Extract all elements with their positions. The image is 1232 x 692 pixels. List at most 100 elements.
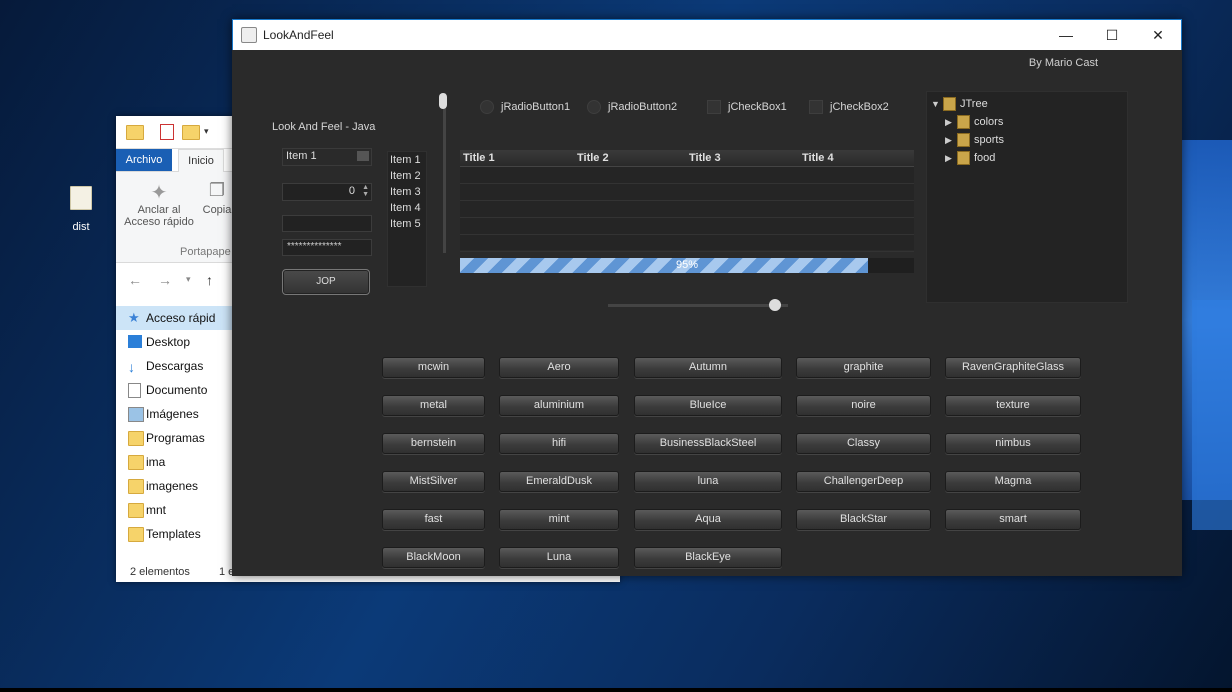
collapsed-triangle-icon[interactable]: ▶ — [945, 150, 957, 166]
copy-button[interactable]: ❐ Copia — [200, 180, 234, 216]
laf-button-label: bernstein — [410, 437, 457, 449]
pin-to-quick-access-button[interactable]: ✦ Anclar al Acceso rápido — [122, 180, 196, 228]
collapsed-triangle-icon[interactable]: ▶ — [945, 132, 957, 148]
laf-button-bernstein[interactable]: bernstein — [382, 433, 485, 454]
sidebar-item-ima[interactable]: ima — [116, 450, 232, 474]
expanded-triangle-icon[interactable]: ▼ — [931, 96, 943, 112]
laf-button-blueice[interactable]: BlueIce — [634, 395, 782, 416]
laf-button-mistsilver[interactable]: MistSilver — [382, 471, 485, 492]
table-row[interactable] — [460, 184, 914, 201]
sidebar-item-desktop[interactable]: Desktop — [116, 330, 232, 354]
vertical-slider[interactable] — [439, 93, 449, 253]
table-row[interactable] — [460, 167, 914, 184]
sidebar-item-imagenes-folder[interactable]: imagenes — [116, 474, 232, 498]
text-field[interactable] — [282, 215, 372, 232]
close-icon[interactable]: ✕ — [1135, 20, 1181, 50]
list-item[interactable]: Item 2 — [388, 168, 426, 184]
laf-button-hifi[interactable]: hifi — [499, 433, 619, 454]
app-label: Look And Feel - Java — [272, 121, 376, 133]
laf-button-metal[interactable]: metal — [382, 395, 485, 416]
column-header[interactable]: Title 1 — [463, 152, 495, 164]
list-item[interactable]: Item 3 — [388, 184, 426, 200]
sidebar-item-descargas[interactable]: ↓ Descargas — [116, 354, 232, 378]
slider-thumb[interactable] — [769, 299, 782, 311]
customize-toolbar-icon[interactable]: ▾ — [204, 126, 209, 137]
collapsed-triangle-icon[interactable]: ▶ — [945, 114, 957, 130]
desktop-icon-label: dist — [72, 221, 90, 233]
table-row[interactable] — [460, 218, 914, 235]
laf-button-aero[interactable]: Aero — [499, 357, 619, 378]
radio-button-2[interactable]: jRadioButton2 — [587, 98, 677, 114]
list-item[interactable]: Item 4 — [388, 200, 426, 216]
table-row[interactable] — [460, 235, 914, 252]
checkbox-2[interactable]: jCheckBox2 — [809, 98, 889, 114]
new-folder-icon[interactable] — [182, 125, 200, 140]
laf-button-aqua[interactable]: Aqua — [634, 509, 782, 530]
column-header[interactable]: Title 4 — [802, 152, 834, 164]
laf-button-aluminium[interactable]: aluminium — [499, 395, 619, 416]
sidebar-item-imagenes[interactable]: Imágenes — [116, 402, 232, 426]
data-table[interactable]: Title 1 Title 2 Title 3 Title 4 — [460, 150, 914, 252]
tree-node-sports[interactable]: ▶ sports — [945, 132, 1004, 148]
laf-button-texture[interactable]: texture — [945, 395, 1081, 416]
password-field[interactable]: ************** — [282, 239, 372, 256]
laf-button-businessblacksteel[interactable]: BusinessBlackSteel — [634, 433, 782, 454]
tree-node-root[interactable]: ▼ JTree — [931, 96, 988, 112]
java-app-icon — [241, 27, 257, 43]
back-arrow-icon[interactable]: ← — [128, 272, 142, 288]
laf-button-noire[interactable]: noire — [796, 395, 931, 416]
laf-button-graphite[interactable]: graphite — [796, 357, 931, 378]
laf-button-fast[interactable]: fast — [382, 509, 485, 530]
radio-button-1[interactable]: jRadioButton1 — [480, 98, 570, 114]
sidebar-item-templates[interactable]: Templates — [116, 522, 232, 546]
laf-button-challengerdeep[interactable]: ChallengerDeep — [796, 471, 931, 492]
list-item[interactable]: Item 5 — [388, 216, 426, 232]
horizontal-slider[interactable] — [608, 299, 788, 311]
laf-button-smart[interactable]: smart — [945, 509, 1081, 530]
tab-archivo[interactable]: Archivo — [116, 149, 172, 171]
laf-button-magma[interactable]: Magma — [945, 471, 1081, 492]
table-row[interactable] — [460, 201, 914, 218]
window-titlebar[interactable]: LookAndFeel — ☐ ✕ — [232, 19, 1182, 50]
slider-thumb[interactable] — [439, 93, 447, 109]
laf-button-blackmoon[interactable]: BlackMoon — [382, 547, 485, 568]
up-arrow-icon[interactable]: ↑ — [206, 272, 213, 288]
laf-button-autumn[interactable]: Autumn — [634, 357, 782, 378]
sidebar-item-label: Desktop — [146, 335, 191, 349]
number-spinner[interactable]: 0 ▲ ▼ — [282, 183, 372, 201]
jop-button[interactable]: JOP — [282, 269, 370, 295]
sidebar-item-mnt[interactable]: mnt — [116, 498, 232, 522]
laf-button-luna[interactable]: Luna — [499, 547, 619, 568]
spinner-arrows-icon[interactable]: ▲ ▼ — [362, 184, 369, 198]
properties-icon[interactable] — [160, 124, 174, 140]
item-list[interactable]: Item 1 Item 2 Item 3 Item 4 Item 5 — [387, 151, 427, 287]
list-item[interactable]: Item 1 — [388, 152, 426, 168]
sidebar-item-documentos[interactable]: Documento — [116, 378, 232, 402]
laf-button-blackeye[interactable]: BlackEye — [634, 547, 782, 568]
column-header[interactable]: Title 2 — [577, 152, 609, 164]
laf-button-mint[interactable]: mint — [499, 509, 619, 530]
laf-button-classy[interactable]: Classy — [796, 433, 931, 454]
laf-button-nimbus[interactable]: nimbus — [945, 433, 1081, 454]
laf-button-blackstar[interactable]: BlackStar — [796, 509, 931, 530]
checkbox-1[interactable]: jCheckBox1 — [707, 98, 787, 114]
jtree[interactable]: ▼ JTree ▶ colors ▶ sports ▶ food — [926, 91, 1128, 303]
forward-arrow-icon[interactable]: → — [158, 272, 172, 288]
column-header[interactable]: Title 3 — [689, 152, 721, 164]
laf-button-luna[interactable]: luna — [634, 471, 782, 492]
laf-button-ravengraphiteglass[interactable]: RavenGraphiteGlass — [945, 357, 1081, 378]
maximize-icon[interactable]: ☐ — [1089, 20, 1135, 50]
tree-node-colors[interactable]: ▶ colors — [945, 114, 1003, 130]
minimize-icon[interactable]: — — [1043, 20, 1089, 50]
item-combobox[interactable]: Item 1 — [282, 148, 372, 166]
recent-locations-icon[interactable]: ▾ — [186, 274, 191, 285]
checkbox-icon — [809, 99, 823, 114]
sidebar-item-acceso-rapido[interactable]: ★ Acceso rápid — [116, 306, 232, 330]
laf-button-emeralddusk[interactable]: EmeraldDusk — [499, 471, 619, 492]
tree-node-food[interactable]: ▶ food — [945, 150, 995, 166]
tab-inicio[interactable]: Inicio — [178, 149, 224, 172]
lookandfeel-window[interactable]: LookAndFeel — ☐ ✕ By Mario Cast Look And… — [232, 19, 1182, 576]
desktop-icon-dist[interactable]: dist — [62, 186, 100, 233]
sidebar-item-programas[interactable]: Programas — [116, 426, 232, 450]
laf-button-mcwin[interactable]: mcwin — [382, 357, 485, 378]
